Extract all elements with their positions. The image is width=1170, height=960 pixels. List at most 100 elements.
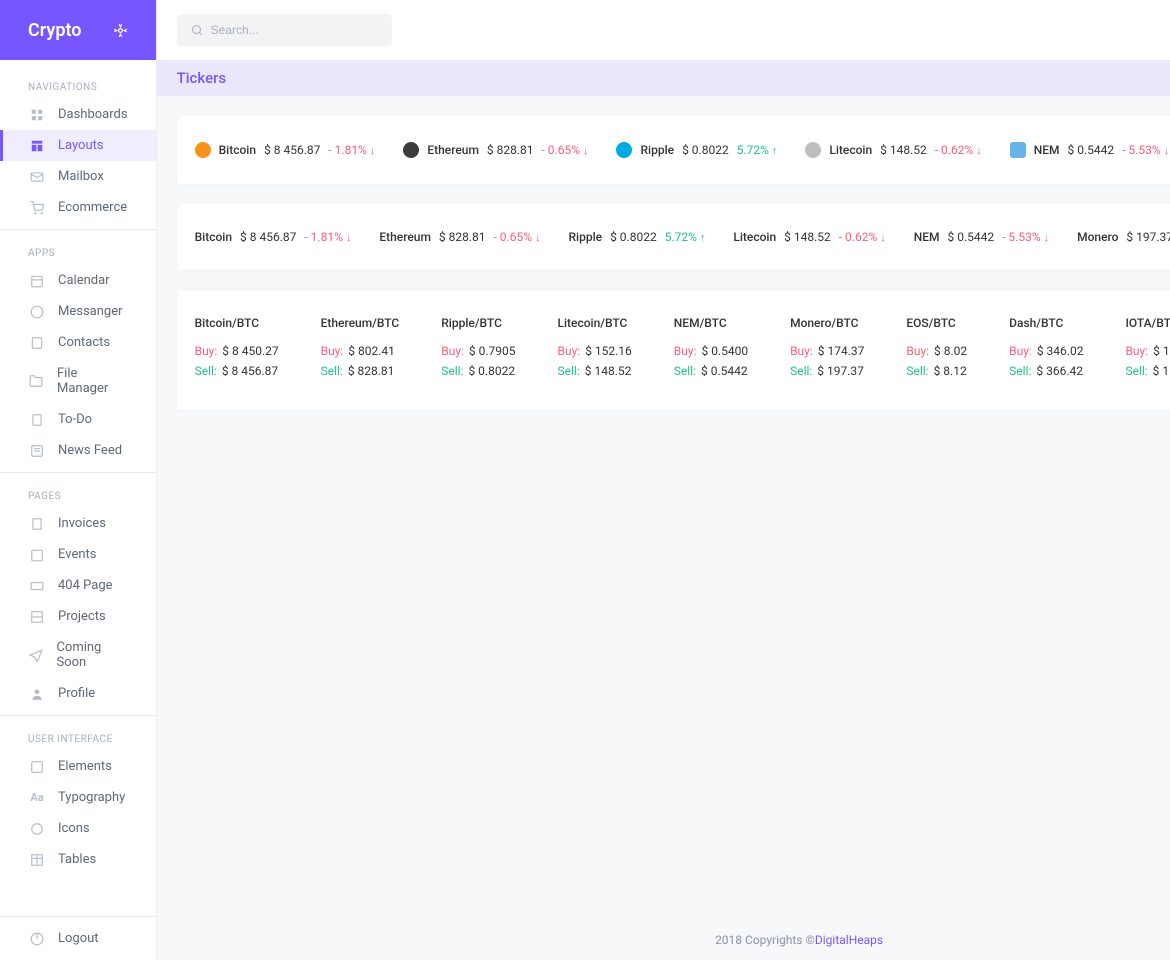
events-icon [28,548,46,562]
nav-item-dashboards[interactable]: Dashboards [0,99,156,130]
coin-name: Monero [1077,230,1118,244]
pair-column: Litecoin/BTCBuy: $ 152.16Sell: $ 148.52 [558,316,632,384]
coin-icon [195,142,211,158]
footer: 2018 Copyrights © DigitalHeaps [157,920,1170,960]
ticker-item: Ethereum$ 828.81- 0.65% ↓ [379,230,540,244]
nav-item-invoices[interactable]: Invoices [0,508,156,539]
nav-item-label: Messanger [58,304,123,319]
coin-price: $ 0.5442 [1068,143,1115,157]
nav-item-contacts[interactable]: Contacts [0,327,156,358]
buy-value: $ 0.5400 [701,344,748,358]
nav-section-label: PAGES [0,479,156,508]
sell-value: $ 8.12 [934,364,967,378]
settings-icon[interactable] [113,23,128,38]
nav-item-label: File Manager [57,366,128,396]
buy-label: Buy: [558,344,581,358]
brand-name: Crypto [28,20,81,41]
nav-item-elements[interactable]: Elements [0,751,156,782]
buy-value: $ 8.02 [934,344,967,358]
buy-value: $ 802.41 [348,344,395,358]
page-header: Tickers Home - Tickers [157,60,1170,96]
nav-item-coming-soon[interactable]: Coming Soon [0,632,156,678]
ticker-item: Litecoin$ 148.52- 0.62% ↓ [733,230,885,244]
ticker-card-2: Bitcoin$ 8 456.87- 1.81% ↓Ethereum$ 828.… [177,204,1170,270]
search-input[interactable] [211,23,378,37]
pair-name: NEM/BTC [674,316,748,330]
coin-name: Ripple [568,230,602,244]
search-box[interactable] [177,14,392,46]
sell-value: $ 828.81 [348,364,395,378]
sidebar: Crypto NAVIGATIONSDashboardsLayoutsMailb… [0,0,157,960]
nav-item-label: 404 Page [58,578,113,593]
coin-price: $ 828.81 [487,143,534,157]
nav-item-layouts[interactable]: Layouts [0,130,156,161]
sell-label: Sell: [674,364,696,378]
buy-label: Buy: [1125,344,1148,358]
pair-name: Bitcoin/BTC [195,316,279,330]
coin-price: $ 828.81 [439,230,486,244]
coin-icon [616,142,632,158]
nav-item-label: Events [58,547,96,562]
coin-name: Litecoin [733,230,776,244]
ticker-item: Ripple$ 0.80225.72% ↑ [616,142,777,158]
ticker-item: Ethereum$ 828.81- 0.65% ↓ [403,142,588,158]
coin-change: - 5.53% ↓ [1002,230,1049,244]
nav-item-profile[interactable]: Profile [0,678,156,709]
404-icon [28,579,46,593]
ticker-item: Monero$ 197.372.02% ↑ [1077,230,1170,244]
nav-item-label: Elements [58,759,112,774]
sell-label: Sell: [790,364,812,378]
sell-value: $ 366.42 [1036,364,1083,378]
nav-item-news-feed[interactable]: News Feed [0,435,156,466]
icons-icon [28,822,46,836]
pair-name: EOS/BTC [906,316,967,330]
pair-column: Monero/BTCBuy: $ 174.37Sell: $ 197.37 [790,316,864,384]
coin-change: - 0.62% ↓ [935,143,982,157]
coin-icon [1010,142,1026,158]
nav-item-typography[interactable]: AaTypography [0,782,156,813]
coin-change: 5.72% ↑ [737,143,778,157]
footer-link[interactable]: DigitalHeaps [815,933,883,947]
nav-item-events[interactable]: Events [0,539,156,570]
buy-value: $ 0.7905 [469,344,516,358]
coin-change: - 1.81% ↓ [304,230,351,244]
brand-bar: Crypto [0,0,156,60]
pair-name: IOTA/BTC [1125,316,1170,330]
logout-link[interactable]: Logout [0,916,156,960]
logout-icon [28,932,46,946]
coin-name: Bitcoin [219,143,256,157]
search-icon [191,24,203,36]
nav-item-label: Calendar [58,273,110,288]
nav-section-label: APPS [0,236,156,265]
nav-item-calendar[interactable]: Calendar [0,265,156,296]
nav-item-messanger[interactable]: Messanger [0,296,156,327]
nav-item-to-do[interactable]: To-Do [0,404,156,435]
nav-item-404-page[interactable]: 404 Page [0,570,156,601]
pair-name: Litecoin/BTC [558,316,632,330]
nav-item-label: Icons [58,821,90,836]
coin-change: - 0.62% ↓ [839,230,886,244]
nav-item-label: Projects [58,609,106,624]
coin-name: Ethereum [379,230,431,244]
sell-label: Sell: [1009,364,1031,378]
invoice-icon [28,517,46,531]
nav-item-label: Layouts [58,138,104,153]
typo-icon: Aa [28,791,46,804]
nav-item-ecommerce[interactable]: Ecommerce [0,192,156,223]
nav-item-tables[interactable]: Tables [0,844,156,875]
nav-item-projects[interactable]: Projects [0,601,156,632]
buy-label: Buy: [1009,344,1032,358]
pair-name: Ripple/BTC [441,316,515,330]
pair-column: NEM/BTCBuy: $ 0.5400Sell: $ 0.5442 [674,316,748,384]
buy-label: Buy: [195,344,218,358]
ticker-item: Bitcoin$ 8 456.87- 1.81% ↓ [195,142,376,158]
coin-name: Litecoin [829,143,872,157]
sell-value: $ 8 456.87 [222,364,278,378]
buy-value: $ 174.37 [818,344,865,358]
nav-item-icons[interactable]: Icons [0,813,156,844]
nav-item-label: Mailbox [58,169,104,184]
nav-item-label: Contacts [58,335,110,350]
sell-label: Sell: [558,364,580,378]
nav-item-mailbox[interactable]: Mailbox [0,161,156,192]
nav-item-file-manager[interactable]: File Manager [0,358,156,404]
